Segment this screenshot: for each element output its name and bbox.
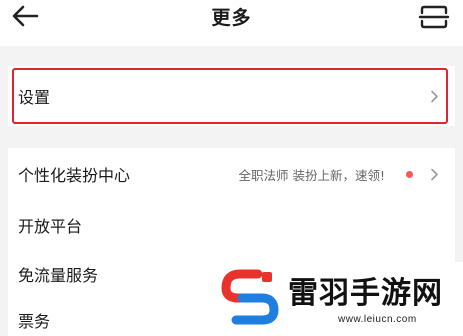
open-platform-label: 开放平台 bbox=[18, 217, 83, 236]
watermark-url: www.leiucn.com bbox=[338, 314, 417, 325]
top-bar: 更多 bbox=[0, 0, 463, 46]
skin-center-label: 个性化装扮中心 bbox=[18, 166, 131, 185]
site-logo-icon bbox=[221, 269, 279, 325]
tickets-label: 票务 bbox=[18, 312, 51, 331]
skin-center-promo-text: 全职法师 装扮上新，速领! bbox=[238, 167, 386, 183]
settings-label: 设置 bbox=[18, 88, 51, 107]
traffic-service-label: 免流量服务 bbox=[18, 266, 99, 285]
menu-item-skin-center[interactable]: 个性化装扮中心 全职法师 装扮上新，速领! bbox=[8, 148, 455, 200]
watermark: 雷羽手游网 www.leiucn.com bbox=[212, 262, 463, 336]
new-badge-dot bbox=[406, 170, 413, 178]
watermark-title: 雷羽手游网 bbox=[288, 276, 443, 311]
page-title: 更多 bbox=[211, 7, 252, 29]
menu-item-open-platform[interactable]: 开放平台 bbox=[8, 200, 455, 250]
scan-icon[interactable] bbox=[418, 4, 450, 30]
chevron-right-icon bbox=[431, 168, 438, 180]
chevron-right-icon bbox=[431, 90, 438, 102]
settings-row[interactable]: 设置 bbox=[8, 66, 455, 126]
